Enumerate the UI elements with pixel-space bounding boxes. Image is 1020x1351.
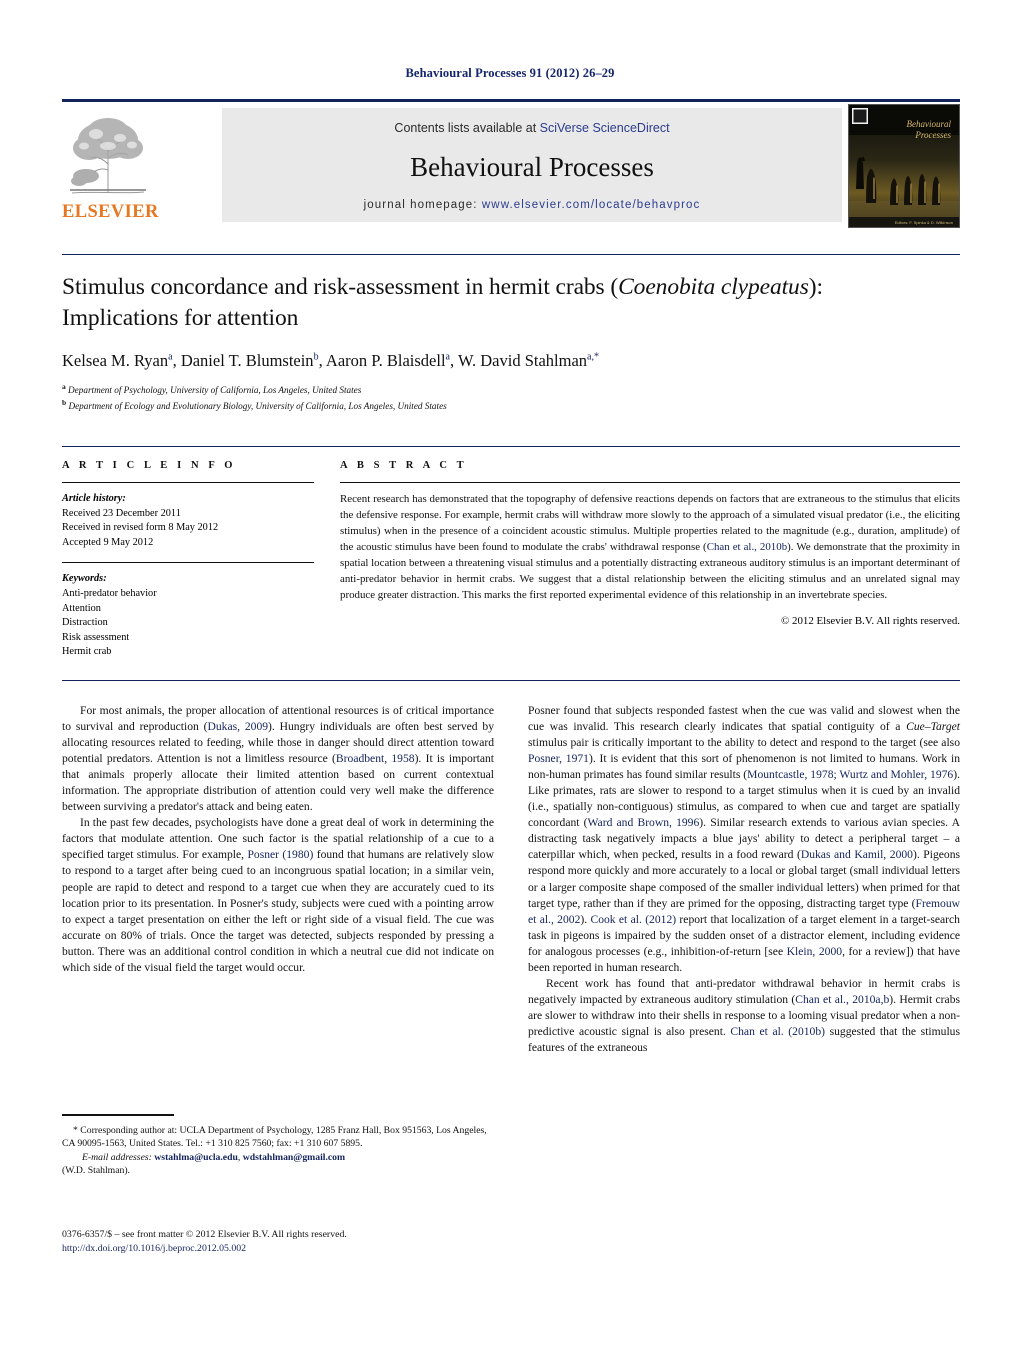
contents-prefix: Contents lists available at: [394, 121, 540, 135]
email-link-gmail[interactable]: wdstahlman@gmail.com: [243, 1152, 345, 1163]
corresponding-author-note: * Corresponding author at: UCLA Departme…: [62, 1124, 487, 1150]
doi-link[interactable]: http://dx.doi.org/10.1016/j.beproc.2012.…: [62, 1242, 494, 1256]
affiliation-list: a Department of Psychology, University o…: [62, 382, 960, 413]
elsevier-tree-icon: [62, 108, 154, 200]
abstract-heading: A B S T R A C T: [340, 460, 468, 471]
email-addresses-note: E-mail addresses: wstahlma@ucla.edu, wds…: [62, 1151, 494, 1165]
author-3: Aaron P. Blaisdell: [325, 351, 446, 371]
svg-text:Behavioural: Behavioural: [907, 119, 952, 129]
affiliation-text-b: Department of Ecology and Evolutionary B…: [68, 400, 447, 411]
title-part-2: ):: [808, 274, 823, 300]
author-1: Kelsea M. Ryan: [62, 351, 169, 371]
citation-ward-brown-1996[interactable]: Ward and Brown, 1996: [588, 816, 700, 829]
history-item-accepted: Accepted 9 May 2012: [62, 536, 154, 548]
journal-article-page: Behavioural Processes 91 (2012) 26–29 EL…: [0, 0, 1020, 1351]
keyword-item: Attention: [62, 602, 101, 614]
author-4-affil-marker: a,*: [587, 351, 599, 363]
homepage-label: journal homepage:: [363, 199, 482, 211]
title-part-1: Stimulus concordance and risk-assessment…: [62, 274, 619, 300]
svg-text:Processes: Processes: [914, 130, 951, 140]
keywords-label: Keywords:: [62, 573, 107, 585]
footnote-rule: [62, 1114, 174, 1116]
author-1-affil-marker: a: [168, 351, 173, 363]
author-2: Daniel T. Blumstein: [180, 351, 314, 371]
history-item-received: Received 23 December 2011: [62, 507, 181, 519]
rp1-text-b: stimulus pair is critically important to…: [528, 736, 960, 750]
body-column-right: Posner found that subjects responded fas…: [528, 703, 960, 1056]
info-abstract-top-rule: [62, 446, 960, 447]
citation-dukas-2009[interactable]: Dukas, 2009: [208, 720, 269, 733]
citation-chan-2010ab[interactable]: Chan et al., 2010a,b: [795, 993, 889, 1006]
citation-mountcastle-wurtz[interactable]: Mountcastle, 1978; Wurtz and Mohler, 197…: [747, 768, 953, 781]
imprint-block: 0376-6357/$ – see front matter © 2012 El…: [62, 1228, 494, 1256]
abstract-rule: [340, 482, 960, 483]
journal-banner: Contents lists available at SciVerse Sci…: [222, 108, 842, 222]
history-item-revised: Received in revised form 8 May 2012: [62, 522, 219, 534]
article-info-rule: [62, 482, 314, 483]
citation-chan-2010b[interactable]: Chan et al. (2010b): [730, 1025, 825, 1038]
issn-copyright-line: 0376-6357/$ – see front matter © 2012 El…: [62, 1229, 347, 1240]
svg-text:Editors: F. Spinka & D. Wilkin: Editors: F. Spinka & D. Wilkinson: [895, 220, 953, 225]
rp1-text-g: ).: [580, 912, 591, 926]
article-history-label: Article history:: [62, 493, 126, 504]
abstract-column: A B S T R A C T Recent research has demo…: [340, 460, 960, 627]
sciencedirect-link[interactable]: SciVerse ScienceDirect: [540, 121, 670, 135]
masthead-top-rule: [62, 99, 960, 102]
title-block: Stimulus concordance and risk-assessment…: [62, 254, 960, 413]
keywords-rule: [62, 562, 314, 564]
article-history-group: Article history: Received 23 December 20…: [62, 492, 314, 550]
keyword-item: Anti-predator behavior: [62, 588, 157, 600]
journal-masthead: ELSEVIER Contents lists available at Sci…: [62, 99, 960, 228]
affiliation-marker-a: a: [62, 382, 66, 392]
email-label: E-mail addresses:: [82, 1151, 152, 1163]
page-title: Stimulus concordance and risk-assessment…: [62, 272, 960, 333]
rp1-text-a: Posner found that subjects responded fas…: [528, 704, 960, 734]
elsevier-logo: ELSEVIER: [62, 108, 159, 223]
email-owner: (W.D. Stahlman).: [62, 1165, 130, 1177]
title-species-name: Coenobita clypeatus: [618, 274, 809, 300]
paragraph-posner-continued: Posner found that subjects responded fas…: [528, 703, 960, 976]
info-abstract-bottom-rule: [62, 680, 960, 681]
journal-homepage-line: journal homepage: www.elsevier.com/locat…: [222, 199, 842, 211]
citation-cook-2012[interactable]: Cook et al. (2012): [590, 913, 676, 926]
article-info-column: A R T I C L E I N F O Article history: R…: [62, 460, 314, 660]
author-2-affil-marker: b: [313, 351, 319, 363]
abstract-copyright: © 2012 Elsevier B.V. All rights reserved…: [781, 614, 960, 627]
abstract-text: Recent research has demonstrated that th…: [340, 492, 960, 604]
citation-klein-2000[interactable]: Klein, 2000: [787, 945, 842, 958]
citation-dukas-kamil-2000[interactable]: Dukas and Kamil, 2000: [801, 848, 913, 861]
journal-title: Behavioural Processes: [410, 152, 654, 182]
homepage-url-link[interactable]: www.elsevier.com/locate/behavproc: [482, 199, 700, 211]
running-head: Behavioural Processes 91 (2012) 26–29: [405, 66, 615, 80]
citation-broadbent-1958[interactable]: Broadbent, 1958: [336, 752, 415, 765]
author-4: W. David Stahlman: [457, 351, 588, 371]
article-info-heading: A R T I C L E I N F O: [62, 460, 237, 471]
paragraph-hermit-crabs: Recent work has found that anti-predator…: [528, 976, 960, 1056]
keyword-item: Risk assessment: [62, 631, 130, 643]
paragraph-intro-2: In the past few decades, psychologists h…: [62, 815, 494, 975]
elsevier-wordmark: ELSEVIER: [62, 202, 159, 222]
email-link-ucla[interactable]: wstahlma@ucla.edu: [154, 1152, 238, 1163]
body-column-left: For most animals, the proper allocation …: [62, 703, 494, 976]
title-subtitle: Implications for attention: [62, 304, 299, 331]
cue-target-italic: Cue–Target: [906, 720, 960, 734]
affiliation-item: a Department of Psychology, University o…: [62, 382, 960, 397]
affiliation-marker-b: b: [62, 397, 67, 407]
footnote-block: * Corresponding author at: UCLA Departme…: [62, 1114, 494, 1178]
keyword-item: Distraction: [62, 617, 108, 629]
keyword-item: Hermit crab: [62, 646, 112, 658]
affiliation-text-a: Department of Psychology, University of …: [68, 385, 362, 396]
journal-cover-thumbnail: Behavioural Processes Editors: F. Spinka…: [848, 104, 960, 228]
keywords-group: Keywords: Anti-predator behavior Attenti…: [62, 572, 314, 660]
author-list: Kelsea M. Ryana, Daniel T. Blumsteinb, A…: [62, 351, 599, 371]
p2-text-b: found that humans are relatively slow to…: [62, 848, 494, 974]
author-3-affil-marker: a: [445, 351, 450, 363]
citation-posner-1971[interactable]: Posner, 1971: [528, 752, 589, 765]
citation-posner-1980[interactable]: Posner (1980): [247, 848, 313, 861]
paragraph-intro-1: For most animals, the proper allocation …: [62, 703, 494, 815]
affiliation-item: b Department of Ecology and Evolutionary…: [62, 398, 960, 413]
contents-list-line: Contents lists available at SciVerse Sci…: [222, 121, 842, 135]
abstract-citation-chan[interactable]: Chan et al., 2010b: [707, 541, 787, 553]
title-top-rule: [62, 254, 960, 255]
